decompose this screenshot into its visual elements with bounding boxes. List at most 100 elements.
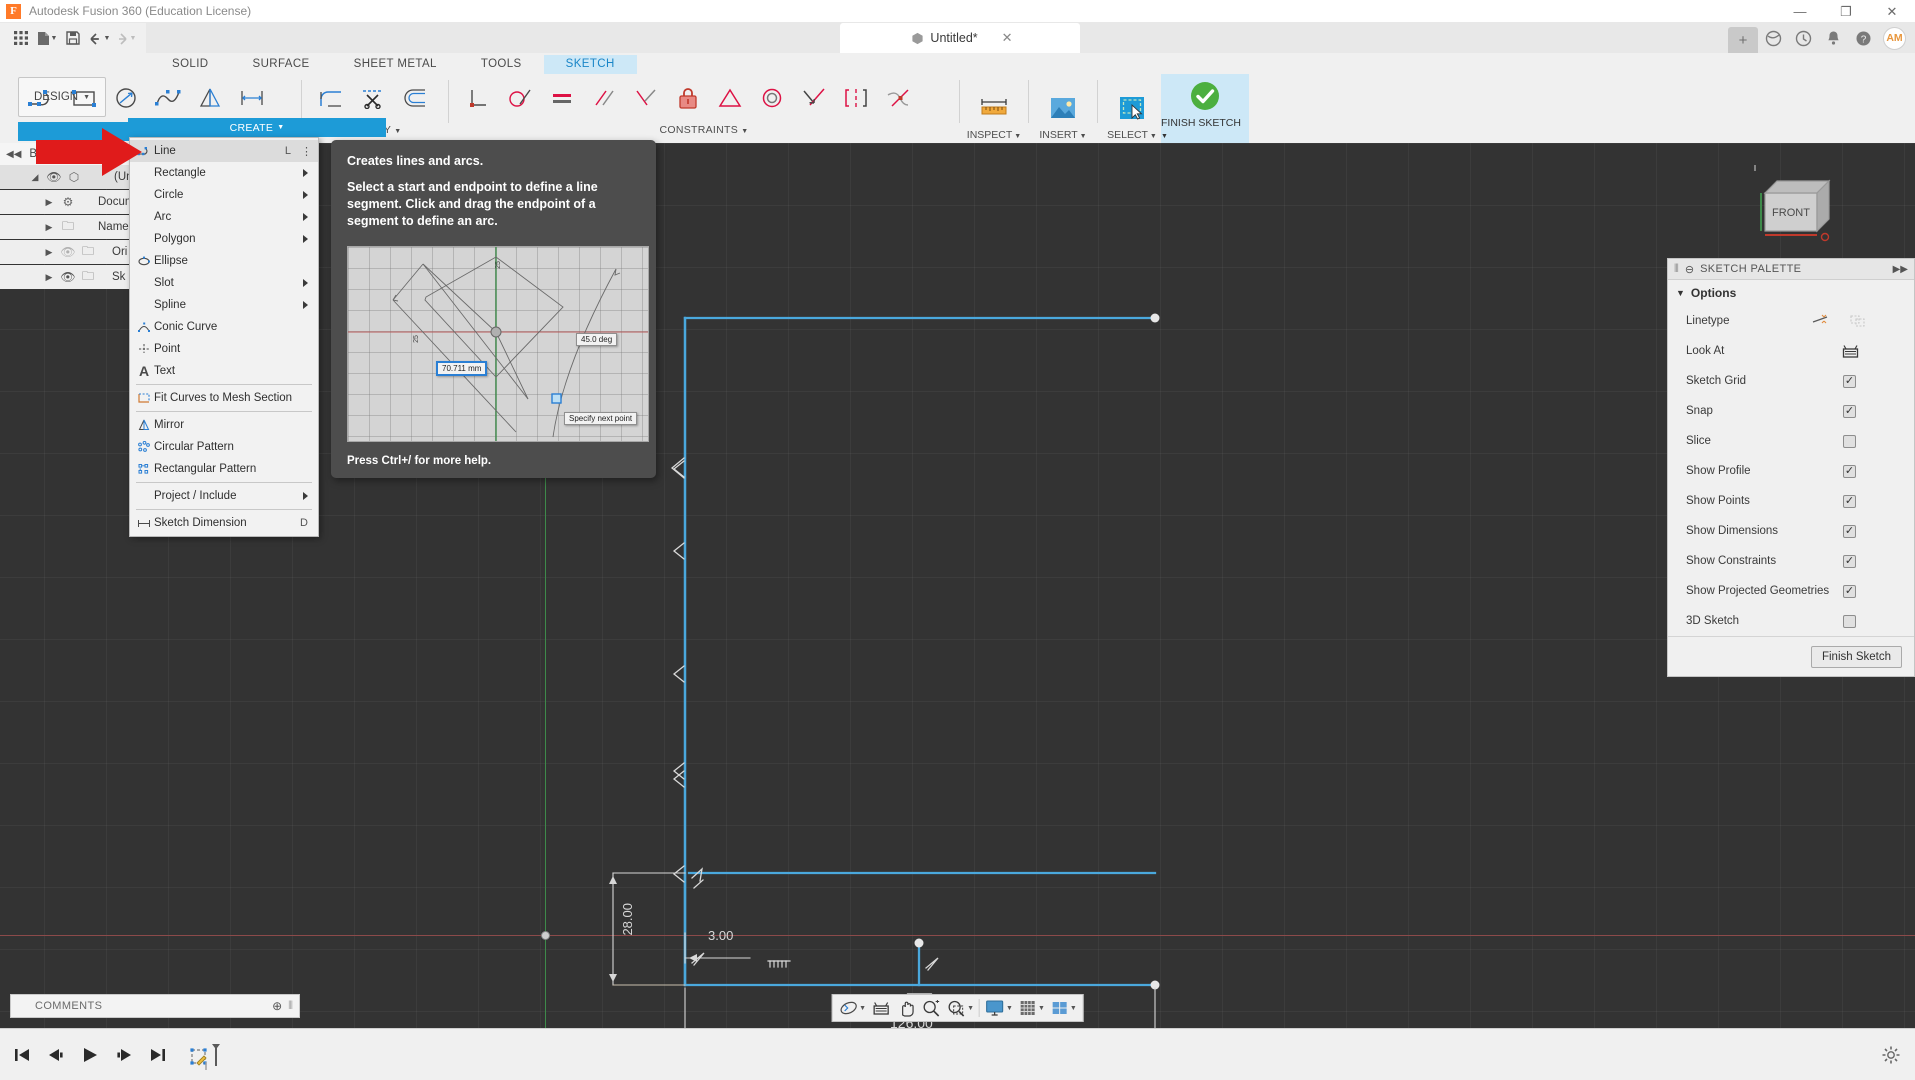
redo-icon[interactable]: ▼ bbox=[112, 25, 138, 51]
new-document-icon[interactable]: ▼ bbox=[34, 25, 60, 51]
menu-item-line[interactable]: Line L ⋮ bbox=[130, 140, 318, 162]
inspect-button[interactable]: INSPECT ▼ bbox=[965, 74, 1023, 143]
visibility-eye-icon-4[interactable]: 👁 bbox=[58, 270, 78, 284]
midpoint-constraint-icon[interactable] bbox=[710, 76, 750, 120]
insert-button[interactable]: INSERT ▼ bbox=[1034, 74, 1092, 143]
menu-item-point[interactable]: Point bbox=[130, 338, 318, 360]
tree-toggle-icon-4[interactable]: ▶ bbox=[40, 272, 58, 283]
offset-tool-icon[interactable] bbox=[395, 76, 435, 120]
chevron-right-icon-6[interactable] bbox=[303, 301, 308, 309]
orbit-icon[interactable]: ▼ bbox=[835, 995, 869, 1021]
dimension-3[interactable]: 3.00 bbox=[708, 928, 733, 943]
add-comment-icon[interactable]: ⊕ bbox=[272, 999, 282, 1013]
sketch-dimension-tool-icon[interactable] bbox=[232, 76, 272, 120]
create-menu-header[interactable]: CREATE ▼ bbox=[128, 118, 386, 137]
step-forward-icon[interactable] bbox=[114, 1046, 134, 1064]
menu-item-ellipse[interactable]: Ellipse bbox=[130, 250, 318, 272]
new-document-caret-icon[interactable]: ▼ bbox=[51, 35, 58, 42]
equal-constraint-icon[interactable] bbox=[542, 76, 582, 120]
document-tab-close-icon[interactable]: ✕ bbox=[1002, 30, 1013, 46]
circle-tool-icon[interactable] bbox=[106, 76, 146, 120]
fit-icon[interactable]: ▼ bbox=[944, 995, 977, 1021]
chevron-right-icon-5[interactable] bbox=[303, 279, 308, 287]
tab-sheet-metal[interactable]: SHEET METAL bbox=[332, 55, 459, 74]
chevron-down-icon[interactable]: ▼ bbox=[1676, 288, 1685, 298]
viewports-caret-icon[interactable]: ▼ bbox=[1070, 1005, 1077, 1012]
menu-item-text[interactable]: A Text bbox=[130, 360, 318, 382]
dimension-28[interactable]: 28.00 bbox=[620, 903, 635, 936]
tree-toggle-icon-1[interactable]: ▶ bbox=[40, 197, 58, 208]
close-button[interactable]: ✕ bbox=[1869, 0, 1915, 23]
chevron-right-icon-3[interactable] bbox=[303, 213, 308, 221]
menu-item-arc[interactable]: Arc bbox=[130, 206, 318, 228]
menu-item-line-overflow-icon[interactable]: ⋮ bbox=[301, 145, 312, 158]
checkbox-show-points[interactable] bbox=[1843, 495, 1856, 508]
tree-toggle-icon-3[interactable]: ▶ bbox=[40, 247, 58, 258]
chevron-right-icon-7[interactable] bbox=[303, 492, 308, 500]
menu-item-mirror[interactable]: Mirror bbox=[130, 414, 318, 436]
line-tool-icon[interactable] bbox=[22, 76, 62, 120]
visibility-eye-off-icon[interactable]: 👁 bbox=[58, 245, 78, 259]
app-grid-icon[interactable] bbox=[8, 25, 34, 51]
chevron-right-icon-4[interactable] bbox=[303, 235, 308, 243]
view-cube[interactable]: FRONT bbox=[1747, 163, 1865, 263]
timeline-settings-icon[interactable] bbox=[1881, 1045, 1901, 1065]
spline-tool-icon[interactable] bbox=[148, 76, 188, 120]
new-tab-button[interactable]: + bbox=[1728, 27, 1758, 53]
save-icon[interactable] bbox=[60, 25, 86, 51]
comments-grip-icon[interactable]: ⦀ bbox=[288, 1000, 293, 1013]
fix-unfix-constraint-icon[interactable] bbox=[668, 76, 708, 120]
mirror-tool-icon[interactable] bbox=[190, 76, 230, 120]
menu-item-polygon[interactable]: Polygon bbox=[130, 228, 318, 250]
curvature-constraint-icon[interactable] bbox=[878, 76, 918, 120]
parallel-constraint-icon[interactable] bbox=[584, 76, 624, 120]
tangent-constraint-icon[interactable] bbox=[500, 76, 540, 120]
panel-label-constraints[interactable]: CONSTRAINTS ▼ bbox=[454, 122, 954, 136]
maximize-button[interactable]: ❐ bbox=[1823, 0, 1869, 23]
palette-grip-icon[interactable]: ⦀ bbox=[1674, 263, 1679, 276]
skip-to-end-icon[interactable] bbox=[148, 1046, 168, 1064]
extension-icon[interactable] bbox=[1758, 23, 1788, 53]
pan-icon[interactable] bbox=[894, 995, 919, 1021]
tab-surface[interactable]: SURFACE bbox=[231, 55, 332, 74]
document-tab[interactable]: Untitled* ✕ bbox=[840, 23, 1080, 53]
comments-bar[interactable]: COMMENTS ⊕ ⦀ bbox=[10, 994, 300, 1018]
step-back-icon[interactable] bbox=[46, 1046, 66, 1064]
skip-to-start-icon[interactable] bbox=[12, 1046, 32, 1064]
chevron-right-icon-1[interactable] bbox=[303, 169, 308, 177]
checkbox-snap[interactable] bbox=[1843, 405, 1856, 418]
fillet-tool-icon[interactable] bbox=[311, 76, 351, 120]
display-settings-icon[interactable]: ▼ bbox=[982, 995, 1016, 1021]
menu-item-spline[interactable]: Spline bbox=[130, 294, 318, 316]
perpendicular-constraint-icon[interactable] bbox=[626, 76, 666, 120]
grid-snaps-icon[interactable]: ▼ bbox=[1016, 995, 1048, 1021]
recent-icon[interactable] bbox=[1788, 23, 1818, 53]
display-settings-caret-icon[interactable]: ▼ bbox=[1006, 1005, 1013, 1012]
trim-tool-icon[interactable] bbox=[353, 76, 393, 120]
symmetry-constraint-icon[interactable] bbox=[836, 76, 876, 120]
tree-toggle-icon-2[interactable]: ▶ bbox=[40, 222, 58, 233]
menu-item-circle[interactable]: Circle bbox=[130, 184, 318, 206]
palette-finish-sketch-button[interactable]: Finish Sketch bbox=[1811, 646, 1902, 668]
fit-caret-icon[interactable]: ▼ bbox=[967, 1005, 974, 1012]
redo-caret-icon[interactable]: ▼ bbox=[130, 35, 137, 42]
checkbox-3d-sketch[interactable] bbox=[1843, 615, 1856, 628]
menu-item-sketch-dimension[interactable]: Sketch Dimension D bbox=[130, 512, 318, 534]
menu-item-conic-curve[interactable]: Conic Curve bbox=[130, 316, 318, 338]
sketch-feature-icon[interactable] bbox=[188, 1038, 222, 1072]
look-at-icon-nav[interactable] bbox=[869, 995, 894, 1021]
finish-sketch-button[interactable]: FINISH SKETCH ▼ bbox=[1161, 74, 1249, 143]
menu-item-project-include[interactable]: Project / Include bbox=[130, 485, 318, 507]
menu-item-rectangular-pattern[interactable]: Rectangular Pattern bbox=[130, 458, 318, 480]
checkbox-show-projected-geometries[interactable] bbox=[1843, 585, 1856, 598]
checkbox-show-constraints[interactable] bbox=[1843, 555, 1856, 568]
undo-icon[interactable]: ▼ bbox=[86, 25, 112, 51]
checkbox-slice[interactable] bbox=[1843, 435, 1856, 448]
play-icon[interactable] bbox=[80, 1046, 100, 1064]
checkbox-show-profile[interactable] bbox=[1843, 465, 1856, 478]
checkbox-sketch-grid[interactable] bbox=[1843, 375, 1856, 388]
grid-snaps-caret-icon[interactable]: ▼ bbox=[1038, 1005, 1045, 1012]
checkbox-show-dimensions[interactable] bbox=[1843, 525, 1856, 538]
palette-collapse-icon[interactable]: ⊖ bbox=[1685, 263, 1694, 276]
minimize-button[interactable]: — bbox=[1777, 0, 1823, 23]
